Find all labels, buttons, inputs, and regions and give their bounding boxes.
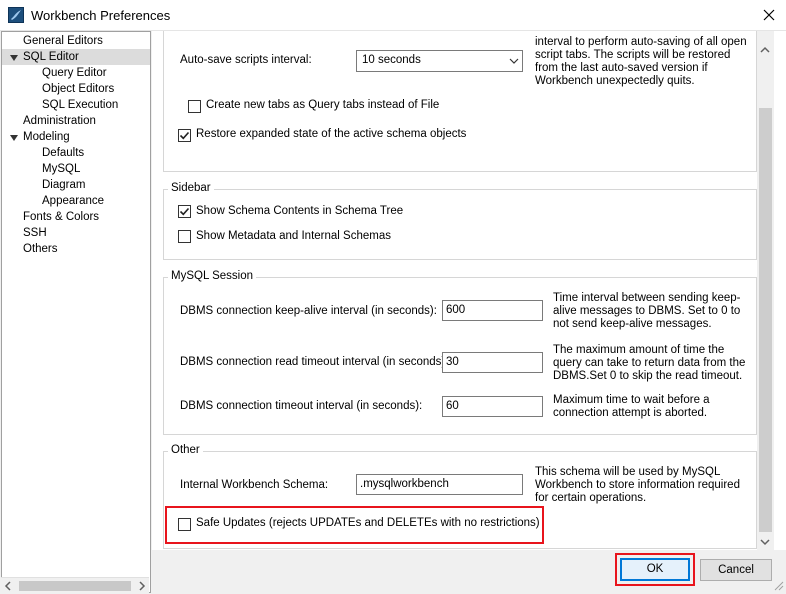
mysql-session-group-title: MySQL Session [168,270,257,282]
metadata-schemas-label: Show Metadata and Internal Schemas [196,230,391,242]
tree-item-label: Query Editor [42,67,107,79]
tree-item-label: SQL Execution [42,99,119,111]
group-border [163,451,757,452]
internal-schema-description: This schema will be used by MySQL Workbe… [535,466,740,504]
tree-item-label: Administration [23,115,96,127]
safe-updates-label: Safe Updates (rejects UPDATEs and DELETE… [196,517,540,529]
tree-item-label: SSH [23,227,47,239]
internal-schema-input[interactable]: .mysqlworkbench [356,474,523,495]
tree-item[interactable]: Administration [2,113,150,129]
tree-expanded-arrow-icon[interactable] [9,52,19,62]
resize-grip-icon[interactable] [774,581,784,594]
tree-item[interactable]: General Editors [2,33,150,49]
tree-item[interactable]: MySQL [2,161,150,177]
schema-contents-checkbox[interactable] [178,205,191,218]
checkmark-icon [179,131,190,140]
tree-item[interactable]: Fonts & Colors [2,209,150,225]
tree-item[interactable]: Object Editors [2,81,150,97]
read-timeout-description: The maximum amount of time the query can… [553,344,746,382]
tree-item-label: General Editors [23,35,103,47]
close-icon [763,9,775,21]
ok-button[interactable]: OK [620,558,690,581]
autosave-interval-description: interval to perform auto-saving of all o… [535,36,747,87]
group-border [163,189,164,260]
tree-item[interactable]: SSH [2,225,150,241]
scroll-down-arrow-icon[interactable] [760,537,770,549]
tree-item[interactable]: Diagram [2,177,150,193]
connection-timeout-description: Maximum time to wait before a connection… [553,394,710,419]
new-tabs-checkbox[interactable] [188,100,201,113]
keepalive-interval-description: Time interval between sending keep-alive… [553,292,741,330]
group-border [163,434,757,435]
connection-timeout-input[interactable]: 60 [442,396,543,417]
tree-item[interactable]: Appearance [2,193,150,209]
tree-item-label: Fonts & Colors [23,211,100,223]
keepalive-interval-label: DBMS connection keep-alive interval (in … [180,305,437,317]
tree-item-label: Object Editors [42,83,115,95]
autosave-interval-select[interactable]: 10 seconds [356,50,523,72]
sidebar-group-title: Sidebar [168,182,214,194]
scroll-left-arrow-icon[interactable] [4,581,12,594]
connection-timeout-label: DBMS connection timeout interval (in sec… [180,400,423,412]
checkmark-icon [179,207,190,216]
tree-item[interactable]: Query Editor [2,65,150,81]
preferences-tree[interactable]: General Editors SQL Editor Query Editor Obj… [1,31,151,593]
restore-schema-state-checkbox[interactable] [178,129,191,142]
other-group-title: Other [168,444,203,456]
safe-updates-checkbox[interactable] [178,518,191,531]
tree-horizontal-scrollbar[interactable] [1,577,149,593]
window-title: Workbench Preferences [31,8,171,23]
tree-item-label: MySQL [42,163,81,175]
tree-expanded-arrow-icon[interactable] [9,132,19,142]
tree-item-label: Others [23,243,58,255]
schema-contents-label: Show Schema Contents in Schema Tree [196,205,404,217]
read-timeout-label: DBMS connection read timeout interval (i… [180,356,449,368]
close-window-button[interactable] [756,4,782,26]
group-border [163,277,164,435]
metadata-schemas-checkbox[interactable] [178,230,191,243]
restore-schema-state-label: Restore expanded state of the active sch… [196,128,467,140]
group-border [163,548,757,549]
group-border [163,171,757,172]
content-scroll-thumb[interactable] [759,108,772,532]
group-border [163,451,164,549]
group-border [163,259,757,260]
autosave-interval-value: 10 seconds [362,54,421,66]
tree-item-label: Defaults [42,147,85,159]
tree-item-label: Appearance [42,195,105,207]
new-tabs-label: Create new tabs as Query tabs instead of… [206,99,440,111]
internal-schema-label: Internal Workbench Schema: [180,479,329,491]
scroll-up-arrow-icon[interactable] [760,45,770,57]
tree-item[interactable]: Modeling [2,129,150,145]
group-border [163,189,757,190]
read-timeout-input[interactable]: 30 [442,352,543,373]
tree-item[interactable]: Others [2,241,150,257]
tree-item-label: Diagram [42,179,86,191]
tree-item-label: Modeling [23,131,70,143]
workbench-app-icon [8,7,24,23]
group-border [163,31,164,172]
tree-scroll-thumb[interactable] [19,581,131,591]
keepalive-interval-input[interactable]: 600 [442,300,543,321]
scroll-right-arrow-icon[interactable] [138,581,146,594]
tree-item-label: SQL Editor [23,51,79,63]
autosave-interval-label: Auto-save scripts interval: [180,54,312,66]
cancel-button[interactable]: Cancel [700,559,772,581]
tree-item[interactable]: SQL Execution [2,97,150,113]
chevron-down-icon [509,58,519,64]
tree-item[interactable]: Defaults [2,145,150,161]
tree-item[interactable]: SQL Editor [2,49,150,65]
